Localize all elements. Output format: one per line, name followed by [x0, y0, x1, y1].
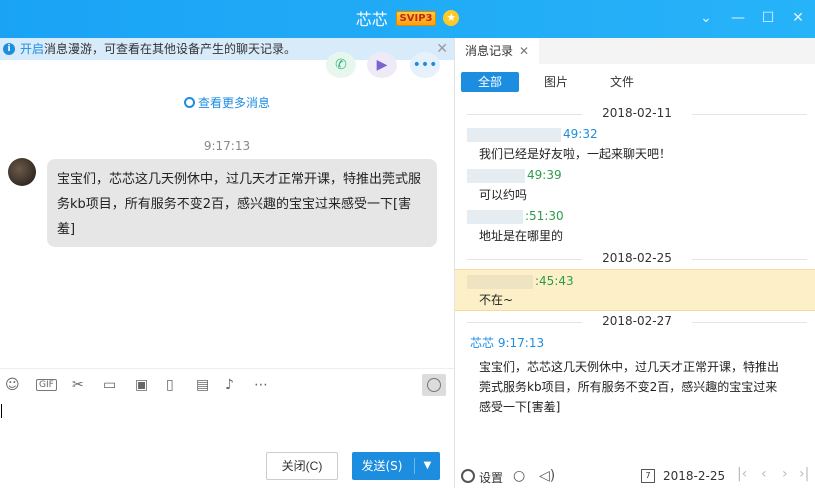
history-tabbar: 消息记录 ✕	[455, 38, 815, 64]
star-icon: ★	[443, 10, 460, 26]
search-icon[interactable]: ○	[513, 468, 525, 484]
minimize-button[interactable]: —	[729, 9, 747, 27]
entry-sender: 芯芯	[470, 336, 495, 350]
close-icon[interactable]: ✕	[519, 44, 529, 58]
entry-text: 我们已经是好友啦，一起来聊天吧！	[479, 147, 672, 161]
view-more-messages[interactable]: 查看更多消息	[0, 94, 454, 111]
filter-images[interactable]: 图片	[527, 72, 585, 92]
voice-call-icon[interactable]: ✆	[326, 52, 356, 78]
entry-time: 49:32	[563, 127, 598, 141]
calendar-icon[interactable]: 7	[641, 469, 655, 483]
close-window-button[interactable]: ✕	[789, 9, 807, 27]
more-icon[interactable]: ⋯	[254, 376, 268, 394]
first-page-icon[interactable]: |‹	[737, 466, 747, 482]
close-button[interactable]: 关闭(C)	[266, 452, 338, 480]
gear-icon[interactable]	[461, 469, 475, 483]
view-more-label: 查看更多消息	[197, 96, 270, 110]
blurred-name	[467, 274, 533, 289]
entry-header: :45:43	[467, 273, 574, 289]
folder-icon[interactable]: ▭	[103, 376, 116, 394]
current-date: 2018-2-25	[663, 469, 726, 483]
prev-page-icon[interactable]: ‹	[761, 466, 767, 482]
music-icon[interactable]: ♪	[225, 376, 234, 394]
redpacket-icon[interactable]: ▤	[196, 376, 209, 394]
gif-icon[interactable]: GIF	[36, 379, 57, 391]
date-separator: 2018-02-11	[467, 106, 807, 122]
maximize-button[interactable]: ☐	[759, 9, 777, 27]
entry-time: 9:17:13	[497, 336, 545, 350]
send-button[interactable]: 发送(S) ▼	[352, 452, 440, 480]
entry-time: :45:43	[535, 274, 574, 288]
history-entry: :51:30 地址是在哪里的	[455, 208, 815, 248]
last-page-icon[interactable]: ›|	[799, 466, 809, 482]
clock-icon	[427, 378, 441, 392]
entry-header: 芯芯 9:17:13	[470, 335, 544, 351]
entry-text: 地址是在哪里的	[479, 229, 564, 243]
chat-panel: i 开启消息漫游，可查看在其他设备产生的聊天记录。 ✕ ✆ ▶ ••• 查看更多…	[0, 38, 454, 488]
entry-text: 不在~	[479, 293, 514, 307]
video-call-icon[interactable]: ▶	[367, 52, 397, 78]
entry-header: :51:30	[467, 208, 564, 224]
notice-close-button[interactable]: ✕	[436, 38, 448, 60]
info-icon: i	[3, 43, 15, 55]
history-panel: 消息记录 ✕ 全部 图片 文件 2018-02-11 49:32 我们已经是好友啦…	[454, 38, 815, 488]
chevron-down-icon[interactable]: ▼	[415, 452, 440, 480]
enable-roaming-link[interactable]: 开启	[20, 42, 44, 56]
entry-header: 49:32	[467, 126, 598, 142]
emoji-icon[interactable]: ☺	[5, 376, 20, 394]
message-timestamp: 9:17:13	[203, 139, 251, 153]
input-toolbar: ☺ GIF ✂ ▭ ▣ ▯ ▤ ♪ ⋯	[0, 368, 454, 400]
blurred-name	[467, 127, 561, 142]
tab-label: 消息记录	[465, 44, 514, 58]
date-separator: 2018-02-25	[467, 251, 807, 267]
scissors-icon[interactable]: ✂	[72, 376, 84, 394]
filter-all[interactable]: 全部	[461, 72, 519, 92]
entry-time: 49:39	[527, 168, 562, 182]
next-page-icon[interactable]: ›	[782, 466, 788, 482]
filter-files[interactable]: 文件	[593, 72, 651, 92]
send-label: 发送(S)	[361, 459, 403, 473]
blurred-name	[467, 168, 525, 183]
avatar[interactable]	[8, 158, 36, 186]
text-input-caret[interactable]	[1, 404, 2, 418]
history-entry-highlighted: :45:43 不在~	[455, 269, 815, 311]
dropdown-button[interactable]: ⌄	[697, 9, 715, 27]
tab-message-history[interactable]: 消息记录 ✕	[455, 38, 540, 64]
entry-header: 49:39	[467, 167, 562, 183]
image-icon[interactable]: ▣	[135, 376, 148, 394]
history-toggle-button[interactable]	[422, 374, 446, 396]
settings-label[interactable]: 设置	[479, 469, 503, 486]
entry-text: 宝宝们，芯芯这几天例休中，过几天才正常开课，特推出莞式服务kb项目，所有服务不变…	[479, 360, 780, 414]
shake-icon[interactable]: ▯	[166, 376, 174, 394]
blurred-name	[467, 209, 523, 224]
speaker-icon[interactable]: ◁)	[539, 468, 555, 484]
entry-text: 可以约吗	[479, 188, 528, 202]
history-entry: 49:32 我们已经是好友啦，一起来聊天吧！	[455, 126, 815, 166]
history-entry: 芯芯 9:17:13 宝宝们，芯芯这几天例休中，过几天才正常开课，特推出莞式服务…	[455, 335, 815, 417]
title-bar: 芯芯 SVIP3 ★ ⌄ — ☐ ✕	[0, 0, 815, 38]
svip-badge: SVIP3	[395, 10, 437, 26]
history-footer: 设置 ○ ◁) 7 2018-2-25 |‹ ‹ › ›|	[455, 466, 815, 488]
message-bubble: 宝宝们，芯芯这几天例休中，过几天才正常开课，特推出莞式服务kb项目，所有服务不变…	[47, 159, 437, 247]
title-group: 芯芯 SVIP3 ★	[0, 6, 815, 30]
window-title: 芯芯	[355, 10, 388, 29]
date-separator: 2018-02-27	[467, 314, 807, 330]
clock-icon	[183, 97, 195, 108]
notice-text: 消息漫游，可查看在其他设备产生的聊天记录。	[44, 42, 297, 56]
entry-time: :51:30	[525, 209, 564, 223]
history-entry: 49:39 可以约吗	[455, 167, 815, 207]
more-options-icon[interactable]: •••	[410, 52, 440, 78]
